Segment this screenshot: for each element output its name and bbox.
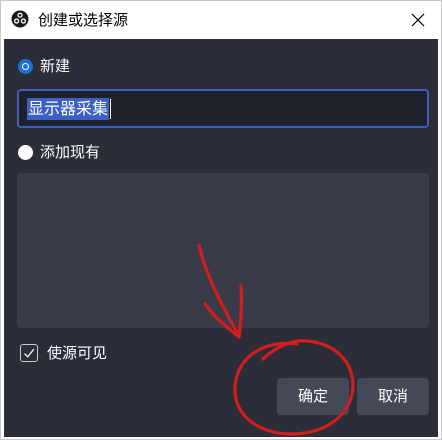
create-new-label: 新建 [40, 57, 71, 75]
existing-sources-list[interactable] [17, 173, 429, 328]
window-title: 创建或选择源 [38, 11, 129, 29]
create-new-radio[interactable] [18, 59, 33, 74]
text-caret [110, 98, 112, 119]
create-select-source-dialog: 创建或选择源 新建 显示器采集 添加现有 使源可见 确定 取消 [0, 0, 442, 440]
checkmark-icon [23, 348, 35, 358]
ok-button[interactable]: 确定 [277, 378, 349, 415]
dialog-body: 新建 显示器采集 添加现有 使源可见 确定 取消 [4, 39, 438, 437]
cancel-button[interactable]: 取消 [357, 378, 429, 415]
add-existing-radio[interactable] [18, 145, 33, 160]
add-existing-label: 添加现有 [40, 143, 101, 161]
title-bar: 创建或选择源 [1, 1, 441, 39]
make-source-visible-label: 使源可见 [47, 344, 108, 362]
close-icon [411, 13, 425, 27]
obs-logo-icon [11, 10, 29, 28]
make-source-visible-checkbox[interactable] [20, 344, 38, 362]
source-name-input[interactable]: 显示器采集 [17, 89, 429, 128]
source-name-value: 显示器采集 [27, 97, 110, 120]
close-button[interactable] [395, 1, 441, 39]
